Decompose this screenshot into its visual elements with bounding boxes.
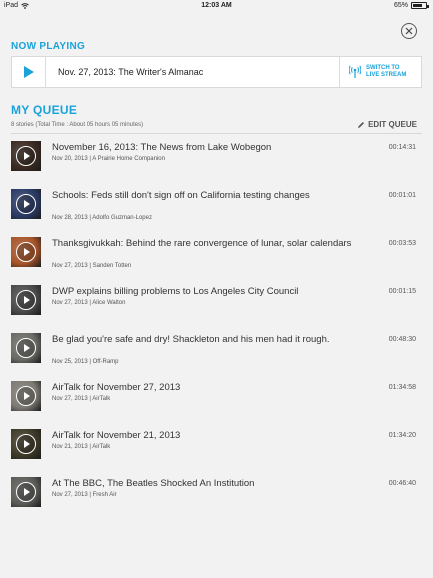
story-source: Off-Ramp <box>92 359 119 365</box>
story-date: Nov 27, 2013 <box>52 396 88 402</box>
story-source: Sanden Totten <box>92 263 132 269</box>
story-title[interactable]: Schools: Feds still don't sign off on Ca… <box>52 190 372 202</box>
queue-item[interactable]: At The BBC, The Beatles Shocked An Insti… <box>11 477 422 525</box>
story-thumbnail[interactable] <box>11 237 41 267</box>
clock: 12:03 AM <box>201 2 232 9</box>
edit-queue-button[interactable]: EDIT QUEUE <box>357 120 417 129</box>
queue-item[interactable]: Thanksgivukkah: Behind the rare converge… <box>11 237 422 285</box>
switch-label: SWITCH TO LIVE STREAM <box>366 65 407 78</box>
story-source: AirTalk <box>92 444 111 450</box>
queue-item[interactable]: Be glad you're safe and dry! Shackleton … <box>11 333 422 381</box>
divider <box>11 133 422 134</box>
play-icon[interactable] <box>16 482 36 502</box>
story-meta: Nov 27, 2013 | Sanden Totten <box>52 263 131 269</box>
story-title[interactable]: Be glad you're safe and dry! Shackleton … <box>52 334 372 346</box>
pencil-icon <box>358 121 365 128</box>
close-icon <box>405 27 413 35</box>
story-meta: Nov 21, 2013 | AirTalk <box>52 444 110 450</box>
queue-item[interactable]: November 16, 2013: The News from Lake Wo… <box>11 141 422 189</box>
edit-queue-label: EDIT QUEUE <box>368 120 417 129</box>
story-thumbnail[interactable] <box>11 477 41 507</box>
story-meta: Nov 27, 2013 | Alice Walton <box>52 300 125 306</box>
switch-to-live-stream-button[interactable]: SWITCH TO LIVE STREAM <box>339 57 421 87</box>
story-source: Adolfo Guzman-Lopez <box>92 215 152 221</box>
close-button[interactable] <box>401 23 417 39</box>
story-title[interactable]: Thanksgivukkah: Behind the rare converge… <box>52 238 372 250</box>
story-meta: Nov 27, 2013 | Fresh Air <box>52 492 117 498</box>
now-playing-play-button[interactable] <box>12 57 46 87</box>
story-meta: Nov 25, 2013 | Off-Ramp <box>52 359 119 365</box>
now-playing-card: Nov. 27, 2013: The Writer's Almanac SWIT… <box>11 56 422 88</box>
story-duration: 01:34:20 <box>388 432 416 439</box>
now-playing-title: Nov. 27, 2013: The Writer's Almanac <box>58 67 204 77</box>
story-source: Alice Walton <box>92 300 126 306</box>
battery-icon <box>411 2 429 9</box>
play-icon[interactable] <box>16 146 36 166</box>
story-meta: Nov 27, 2013 | AirTalk <box>52 396 110 402</box>
story-duration: 00:01:15 <box>388 288 416 295</box>
story-date: Nov 27, 2013 <box>52 263 88 269</box>
story-thumbnail[interactable] <box>11 429 41 459</box>
queue-list: November 16, 2013: The News from Lake Wo… <box>11 141 422 525</box>
story-duration: 01:34:58 <box>388 384 416 391</box>
story-meta: Nov 20, 2013 | A Prairie Home Companion <box>52 156 165 162</box>
story-thumbnail[interactable] <box>11 333 41 363</box>
play-icon <box>24 66 34 78</box>
my-queue-heading: MY QUEUE <box>11 103 78 117</box>
story-thumbnail[interactable] <box>11 381 41 411</box>
story-date: Nov 20, 2013 <box>52 156 88 162</box>
story-duration: 00:46:40 <box>388 480 416 487</box>
antenna-icon <box>349 65 361 78</box>
status-bar: iPad 12:03 AM 65% <box>0 0 433 12</box>
story-duration: 00:48:30 <box>388 336 416 343</box>
now-playing-heading: NOW PLAYING <box>11 41 86 52</box>
story-title[interactable]: AirTalk for November 21, 2013 <box>52 430 372 442</box>
battery-percent: 65% <box>393 2 408 9</box>
play-icon[interactable] <box>16 242 36 262</box>
story-thumbnail[interactable] <box>11 189 41 219</box>
story-title[interactable]: November 16, 2013: The News from Lake Wo… <box>52 142 372 154</box>
story-duration: 00:03:53 <box>388 240 416 247</box>
story-duration: 00:14:31 <box>388 144 416 151</box>
story-date: Nov 28, 2013 <box>52 215 88 221</box>
queue-item[interactable]: AirTalk for November 21, 2013 Nov 21, 20… <box>11 429 422 477</box>
story-thumbnail[interactable] <box>11 285 41 315</box>
story-source: A Prairie Home Companion <box>92 156 165 162</box>
story-date: Nov 27, 2013 <box>52 492 88 498</box>
story-source: AirTalk <box>92 396 111 402</box>
play-icon[interactable] <box>16 386 36 406</box>
play-icon[interactable] <box>16 434 36 454</box>
story-meta: Nov 28, 2013 | Adolfo Guzman-Lopez <box>52 215 152 221</box>
queue-item[interactable]: Schools: Feds still don't sign off on Ca… <box>11 189 422 237</box>
play-icon[interactable] <box>16 290 36 310</box>
play-icon[interactable] <box>16 194 36 214</box>
story-date: Nov 25, 2013 <box>52 359 88 365</box>
play-icon[interactable] <box>16 338 36 358</box>
story-date: Nov 21, 2013 <box>52 444 88 450</box>
story-title[interactable]: DWP explains billing problems to Los Ang… <box>52 286 372 298</box>
story-title[interactable]: AirTalk for November 27, 2013 <box>52 382 372 394</box>
story-source: Fresh Air <box>92 492 117 498</box>
battery-group: 65% <box>393 2 429 9</box>
queue-summary: 8 stories (Total Time : About 05 hours 0… <box>11 122 144 128</box>
story-date: Nov 27, 2013 <box>52 300 88 306</box>
story-title[interactable]: At The BBC, The Beatles Shocked An Insti… <box>52 478 372 490</box>
queue-item[interactable]: DWP explains billing problems to Los Ang… <box>11 285 422 333</box>
story-thumbnail[interactable] <box>11 141 41 171</box>
queue-item[interactable]: AirTalk for November 27, 2013 Nov 27, 20… <box>11 381 422 429</box>
story-duration: 00:01:01 <box>388 192 416 199</box>
